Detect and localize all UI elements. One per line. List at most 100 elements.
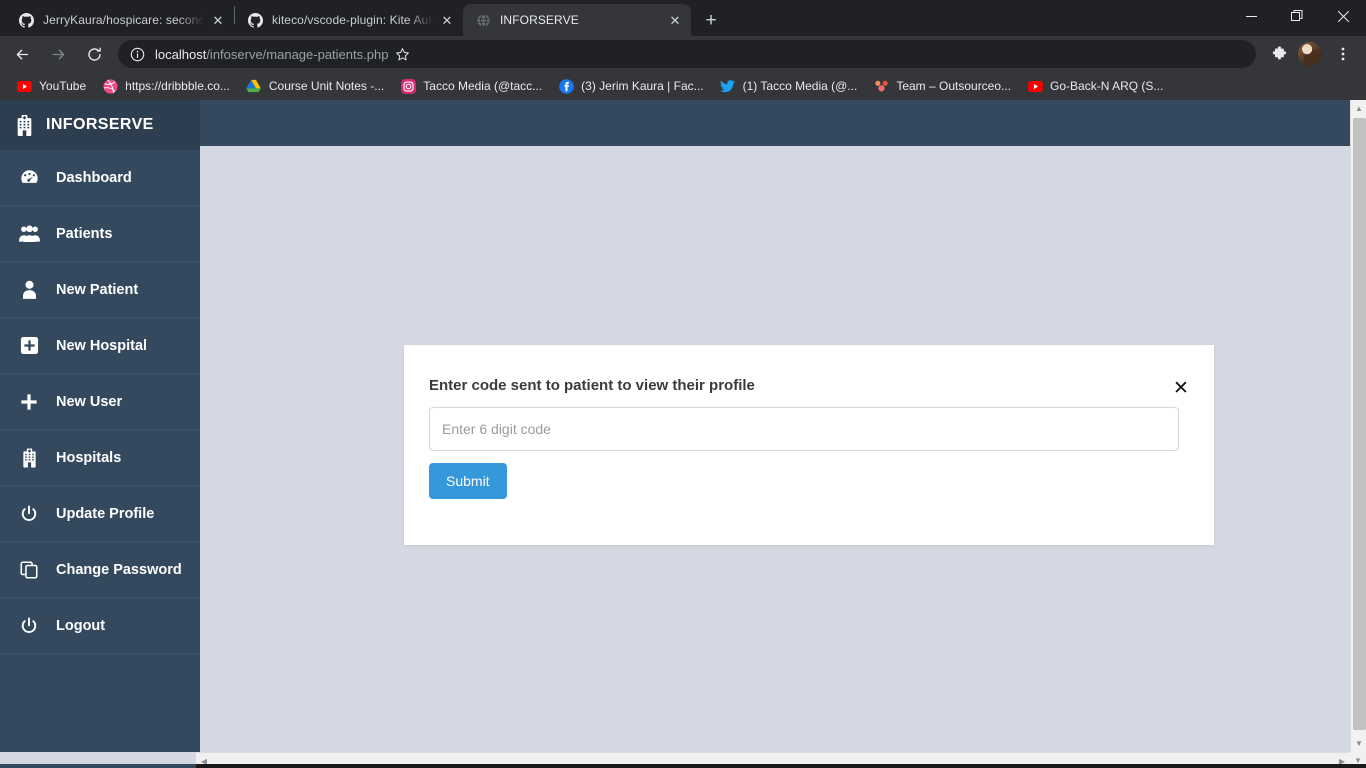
tab-title: INFORSERVE <box>500 13 579 27</box>
bookmark-label: (3) Jerim Kaura | Fac... <box>581 79 704 93</box>
bookmark-label: (1) Tacco Media (@... <box>742 79 858 93</box>
sidebar-item-new-hospital[interactable]: New Hospital <box>0 318 200 374</box>
github-icon <box>247 12 263 28</box>
copy-icon <box>16 560 42 579</box>
vertical-scrollbar-thumb[interactable] <box>1353 118 1366 730</box>
plus-icon <box>16 393 42 411</box>
bookmark-item[interactable]: Go-Back-N ARQ (S... <box>1019 75 1171 97</box>
plus-square-icon <box>16 336 42 355</box>
asana-icon <box>873 78 889 94</box>
tab-close-icon[interactable]: ✕ <box>667 12 683 28</box>
twitter-icon <box>720 78 736 94</box>
sidebar-item-dashboard[interactable]: Dashboard <box>0 150 200 206</box>
bookmark-item[interactable]: https://dribbble.co... <box>94 75 238 97</box>
power-icon <box>16 616 42 635</box>
bookmark-label: https://dribbble.co... <box>125 79 230 93</box>
minimize-icon[interactable] <box>1228 0 1274 32</box>
sidebar-item-update-profile[interactable]: Update Profile <box>0 486 200 542</box>
dashboard-gauge-icon <box>16 168 42 187</box>
url-path: /infoserve/manage-patients.php <box>206 46 389 62</box>
close-icon[interactable] <box>1320 0 1366 32</box>
three-dot-menu-icon[interactable] <box>1328 39 1358 69</box>
code-input[interactable] <box>429 407 1179 451</box>
sidebar-item-label: New User <box>56 393 123 410</box>
github-icon <box>18 12 34 28</box>
tab-close-icon[interactable]: ✕ <box>439 12 455 28</box>
tab-title: JerryKaura/hospicare: second yea <box>43 13 204 27</box>
bookmark-label: Team – Outsourceo... <box>896 79 1012 93</box>
info-circle-icon[interactable] <box>130 47 145 62</box>
reload-icon[interactable] <box>80 40 108 68</box>
modal-title: Enter code sent to patient to view their… <box>429 377 755 394</box>
app-brand[interactable]: INFORSERVE <box>0 100 200 150</box>
youtube-icon <box>1027 78 1043 94</box>
web-page: INFORSERVE Dashboard Patients New Patien… <box>0 100 1350 752</box>
bookmark-label: YouTube <box>39 79 87 93</box>
browser-tab-1[interactable]: JerryKaura/hospicare: second yea ✕ <box>6 4 234 36</box>
sidebar-item-hospitals[interactable]: Hospitals <box>0 430 200 486</box>
tab-strip: JerryKaura/hospicare: second yea ✕ kitec… <box>0 0 1366 36</box>
youtube-icon <box>16 78 32 94</box>
users-icon <box>16 225 42 242</box>
taskbar <box>0 764 1366 768</box>
sidebar-item-label: Update Profile <box>56 505 155 522</box>
user-icon <box>16 280 42 299</box>
page-viewport: INFORSERVE Dashboard Patients New Patien… <box>0 100 1366 768</box>
url-host: localhost <box>155 46 207 62</box>
submit-button[interactable]: Submit <box>429 463 507 499</box>
scroll-up-arrow-icon[interactable]: ▲ <box>1351 100 1366 117</box>
bookmark-label: Course Unit Notes -... <box>268 79 385 93</box>
sidebar-item-patients[interactable]: Patients <box>0 206 200 262</box>
bookmark-item[interactable]: Tacco Media (@tacc... <box>392 75 550 97</box>
hospital-icon <box>16 448 42 468</box>
forward-arrow-icon[interactable] <box>44 40 72 68</box>
facebook-icon <box>558 78 574 94</box>
globe-icon <box>475 12 491 28</box>
vertical-scrollbar[interactable]: ▲ ▼ <box>1350 100 1366 752</box>
bookmarks-bar: YouTube https://dribbble.co... Course Un… <box>0 72 1366 100</box>
sidebar-item-label: Hospitals <box>56 449 122 466</box>
browser-tab-2[interactable]: kiteco/vscode-plugin: Kite Autoc ✕ <box>235 4 463 36</box>
sidebar-item-label: Patients <box>56 225 113 242</box>
puzzle-icon[interactable] <box>1264 39 1294 69</box>
bookmark-label: Tacco Media (@tacc... <box>423 79 543 93</box>
sidebar-item-logout[interactable]: Logout <box>0 598 200 654</box>
sidebar-item-new-user[interactable]: New User <box>0 374 200 430</box>
verification-code-modal: Enter code sent to patient to view their… <box>404 345 1214 545</box>
bookmark-label: Go-Back-N ARQ (S... <box>1050 79 1164 93</box>
instagram-icon <box>400 78 416 94</box>
sidebar-item-label: New Hospital <box>56 337 148 354</box>
bookmark-item[interactable]: (3) Jerim Kaura | Fac... <box>550 75 711 97</box>
bookmark-item[interactable]: (1) Tacco Media (@... <box>712 75 866 97</box>
bookmark-item[interactable]: Team – Outsourceo... <box>865 75 1019 97</box>
sidebar-item-label: Logout <box>56 617 106 634</box>
sidebar-item-label: New Patient <box>56 281 139 298</box>
browser-tab-3[interactable]: INFORSERVE ✕ <box>463 4 691 36</box>
restore-icon[interactable] <box>1274 0 1320 32</box>
tab-title: kiteco/vscode-plugin: Kite Autoc <box>272 13 433 27</box>
back-arrow-icon[interactable] <box>8 40 36 68</box>
scroll-down-arrow-icon[interactable]: ▼ <box>1351 735 1366 752</box>
sidebar-item-label: Dashboard <box>56 169 132 186</box>
address-bar-url: localhost/infoserve/manage-patients.php <box>155 47 388 62</box>
app-sidebar: INFORSERVE Dashboard Patients New Patien… <box>0 100 200 752</box>
sidebar-item-change-password[interactable]: Change Password <box>0 542 200 598</box>
hospital-icon <box>12 114 36 136</box>
sidebar-item-new-patient[interactable]: New Patient <box>0 262 200 318</box>
close-icon[interactable]: ✕ <box>1170 377 1192 399</box>
google-drive-icon <box>246 78 262 94</box>
app-brand-label: INFORSERVE <box>46 116 154 133</box>
avatar[interactable] <box>1298 42 1322 66</box>
bookmark-item[interactable]: Course Unit Notes -... <box>238 75 392 97</box>
new-tab-button[interactable]: + <box>697 6 725 34</box>
sidebar-item-label: Change Password <box>56 561 182 578</box>
taskbar-left <box>0 764 196 768</box>
browser-toolbar: localhost/infoserve/manage-patients.php <box>0 36 1366 72</box>
bookmark-item[interactable]: YouTube <box>8 75 94 97</box>
browser-window: JerryKaura/hospicare: second yea ✕ kitec… <box>0 0 1366 768</box>
tab-close-icon[interactable]: ✕ <box>210 12 226 28</box>
app-topbar <box>200 100 1350 146</box>
star-icon[interactable] <box>388 40 416 68</box>
app-content: Enter code sent to patient to view their… <box>200 100 1350 752</box>
address-bar[interactable]: localhost/infoserve/manage-patients.php <box>118 40 1256 68</box>
